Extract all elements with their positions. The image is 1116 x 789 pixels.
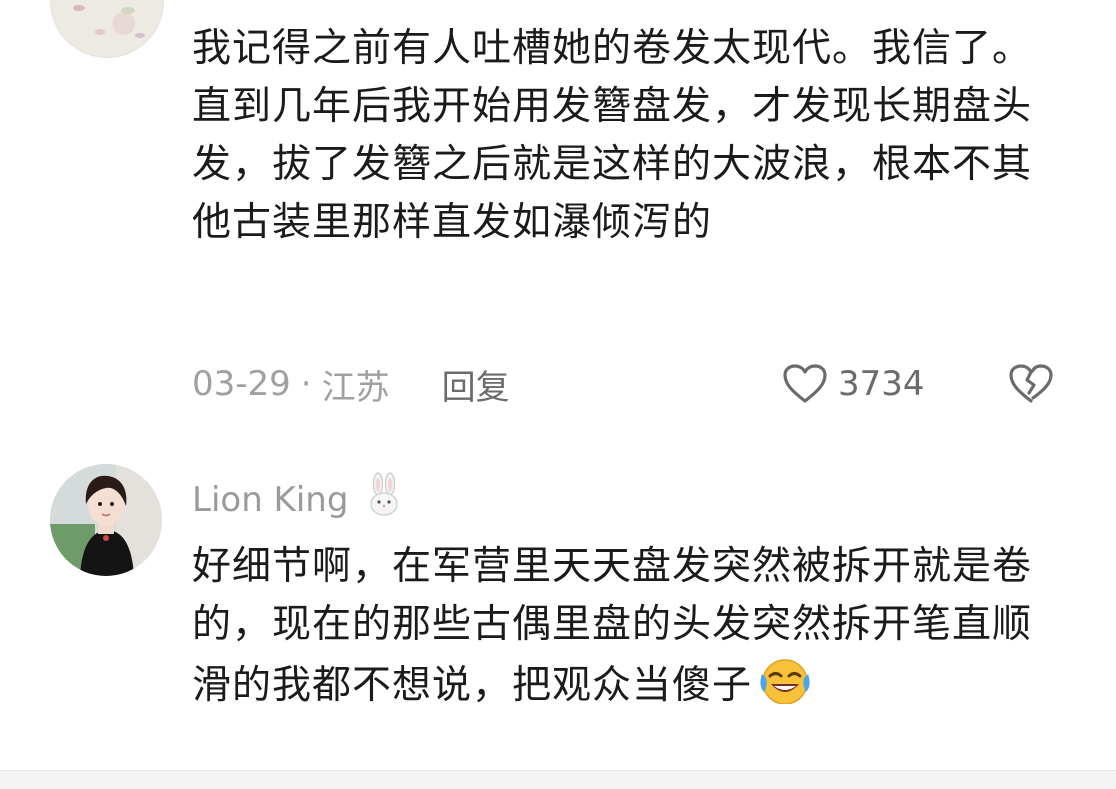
like-button[interactable]: 3734	[782, 360, 925, 408]
username[interactable]: Lion King	[192, 480, 348, 520]
user-avatar[interactable]	[50, 464, 162, 576]
comment-author[interactable]: Lion King	[192, 472, 404, 527]
bunny-badge-icon	[364, 472, 404, 527]
comment-location: 江苏	[321, 367, 390, 408]
meta-separator: ·	[300, 364, 312, 404]
broken-heart-icon	[1009, 364, 1053, 403]
comment-date: 03-29	[192, 364, 291, 404]
avatar-image	[50, 464, 162, 576]
comment-text: 好细节啊，在军营里天天盘发突然被拆开就是卷的，现在的那些古偶里盘的头发突然拆开笔…	[192, 538, 1032, 721]
bottom-bar	[0, 770, 1116, 789]
heart-outline-icon	[783, 364, 827, 403]
comment-feed: 我记得之前有人吐槽她的卷发太现代。我信了。直到几年后我开始用发簪盘发，才发现长期…	[0, 0, 1116, 789]
like-count: 3734	[838, 364, 925, 404]
reply-button[interactable]: 回复	[442, 360, 510, 409]
comment-meta: 03-29 · 江苏 回复	[192, 360, 510, 408]
comment-text: 我记得之前有人吐槽她的卷发太现代。我信了。直到几年后我开始用发簪盘发，才发现长期…	[192, 26, 1033, 245]
dislike-button[interactable]	[1006, 360, 1056, 408]
comment-body: 好细节啊，在军营里天天盘发突然被拆开就是卷的，现在的那些古偶里盘的头发突然拆开笔…	[192, 544, 1033, 708]
user-avatar[interactable]	[50, 0, 164, 58]
face-with-tears-of-joy-emoji	[756, 654, 814, 721]
